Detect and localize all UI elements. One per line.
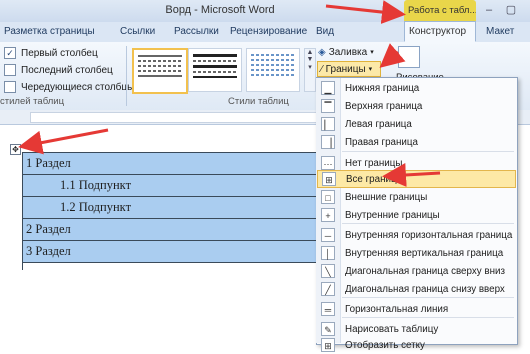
paint-bucket-icon: ◈ [318, 46, 326, 58]
checkbox-icon[interactable] [4, 81, 16, 93]
menu-item-label: Отобразить сетку [345, 339, 425, 351]
last-column-label: Последний столбец [21, 64, 113, 76]
horizontal-line-icon: ═ [321, 302, 335, 316]
checkbox-checked-icon[interactable]: ✓ [4, 47, 16, 59]
chevron-down-icon: ▾ [370, 49, 374, 56]
table-move-handle-icon[interactable]: ✥ [10, 144, 21, 155]
table-styles-group-label: Стили таблиц [228, 96, 289, 107]
inside-horizontal-border-icon: ─ [321, 228, 335, 242]
gallery-scroll[interactable]: ▲ ▼ ▾ [304, 48, 316, 92]
left-border-icon: ▏ [321, 117, 335, 131]
menu-item-left-border[interactable]: ▏ Левая граница [317, 115, 516, 133]
table-cell[interactable]: 2 Раздел [22, 218, 322, 241]
menu-item-inside-vertical-border[interactable]: │ Внутренняя вертикальная граница [317, 244, 516, 262]
table-row[interactable]: 1.1 Подпункт [22, 174, 322, 197]
pen-icon: ⁄ [321, 63, 323, 75]
table-row[interactable]: 1.2 Подпункт [22, 196, 322, 219]
banded-columns-label: Чередующиеся столбцы [21, 81, 135, 93]
right-border-icon: ▕ [321, 135, 335, 149]
menu-item-label: Нет границы [345, 157, 403, 169]
table-row[interactable]: 1 Раздел [22, 152, 322, 175]
ruler-text-area [30, 112, 322, 123]
no-border-icon: ⋯ [321, 156, 335, 170]
minimize-icon[interactable]: – [478, 2, 500, 18]
menu-item-view-gridlines[interactable]: ⊞ Отобразить сетку [317, 336, 516, 354]
tab-view[interactable]: Вид [316, 22, 334, 42]
menu-item-label: Диагональная граница сверху вниз [345, 265, 505, 277]
menu-item-label: Левая граница [345, 118, 412, 130]
ribbon-tabs: Разметка страницы Ссылки Рассылки Реценз… [0, 21, 530, 43]
menu-item-label: Нижняя граница [345, 82, 420, 94]
menu-item-label: Диагональная граница снизу вверх [345, 283, 505, 295]
tab-references[interactable]: Ссылки [120, 22, 155, 42]
menu-item-label: Внутренняя вертикальная граница [345, 247, 504, 259]
menu-item-label: Внешние границы [345, 191, 428, 203]
menu-separator [342, 151, 514, 152]
table-row[interactable]: 2 Раздел [22, 218, 322, 241]
borders-label: Границы [325, 63, 366, 75]
first-column-option[interactable]: ✓ Первый столбец [4, 46, 98, 60]
menu-item-top-border[interactable]: ▔ Верхняя граница [317, 97, 516, 115]
draw-table-icon: ✎ [321, 322, 335, 336]
window-title: Ворд - Microsoft Word [165, 4, 275, 16]
all-borders-icon: ⊞ [322, 172, 336, 186]
table-style-thumb[interactable] [188, 48, 242, 92]
document-table[interactable]: 1 Раздел 1.1 Подпункт 1.2 Подпункт 2 Раз… [22, 152, 322, 263]
maximize-icon[interactable]: ▢ [500, 2, 522, 18]
view-gridlines-icon: ⊞ [321, 338, 335, 352]
menu-item-outside-borders[interactable]: □ Внешние границы [317, 188, 516, 206]
tab-review[interactable]: Рецензирование [230, 22, 307, 42]
table-cell[interactable]: 3 Раздел [22, 240, 322, 263]
inside-borders-icon: + [321, 208, 335, 222]
table-style-thumb[interactable] [246, 48, 300, 92]
menu-item-label: Верхняя граница [345, 100, 423, 112]
checkbox-icon[interactable] [4, 64, 16, 76]
menu-item-label: Правая граница [345, 136, 418, 148]
draw-table-icon[interactable] [398, 46, 420, 68]
menu-item-label: Внутренние границы [345, 209, 440, 221]
menu-item-right-border[interactable]: ▕ Правая граница [317, 133, 516, 151]
diagonal-up-border-icon: ╱ [321, 282, 335, 296]
shading-button[interactable]: ◈ Заливка ▾ [318, 45, 374, 59]
borders-button[interactable]: ⁄ Границы ▾ [317, 61, 381, 77]
diagonal-down-border-icon: ╲ [321, 264, 335, 278]
last-column-option[interactable]: Последний столбец [4, 63, 113, 77]
first-column-label: Первый столбец [21, 47, 98, 59]
tab-constructor[interactable]: Конструктор [404, 21, 476, 42]
tab-mailings[interactable]: Рассылки [174, 22, 219, 42]
table-cell[interactable]: 1 Раздел [22, 152, 322, 175]
bottom-border-icon: ▁ [321, 81, 335, 95]
menu-item-all-borders[interactable]: ⊞ Все границы [317, 170, 516, 188]
table-tools-context-tab: Работа с табл... [404, 0, 476, 22]
chevron-down-icon: ▾ [368, 66, 373, 73]
menu-item-label: Горизонтальная линия [345, 303, 449, 315]
menu-item-horizontal-line[interactable]: ═ Горизонтальная линия [317, 300, 516, 318]
shading-label: Заливка [328, 46, 368, 58]
menu-item-label: Все границы [346, 173, 404, 185]
outside-borders-icon: □ [321, 190, 335, 204]
menu-item-bottom-border[interactable]: ▁ Нижняя граница [317, 79, 516, 97]
top-border-icon: ▔ [321, 99, 335, 113]
banded-columns-option[interactable]: Чередующиеся столбцы [4, 80, 134, 94]
group-divider [126, 46, 127, 106]
table-row[interactable]: 3 Раздел [22, 240, 322, 263]
table-style-thumb[interactable] [132, 48, 188, 94]
menu-item-label: Внутренняя горизонтальная граница [345, 229, 513, 241]
menu-item-inside-borders[interactable]: + Внутренние границы [317, 206, 516, 224]
tab-layout[interactable]: Макет [486, 22, 514, 42]
table-cell[interactable]: 1.1 Подпункт [22, 174, 322, 197]
menu-item-diagonal-up-border[interactable]: ╱ Диагональная граница снизу вверх [317, 280, 516, 298]
style-options-group-label: стилей таблиц [0, 96, 65, 107]
tab-page-layout[interactable]: Разметка страницы [4, 22, 95, 42]
table-cell[interactable]: 1.2 Подпункт [22, 196, 322, 219]
menu-item-inside-horizontal-border[interactable]: ─ Внутренняя горизонтальная граница [317, 226, 516, 244]
menu-item-diagonal-down-border[interactable]: ╲ Диагональная граница сверху вниз [317, 262, 516, 280]
menu-item-label: Нарисовать таблицу [345, 323, 439, 335]
table-left-border [22, 152, 23, 270]
inside-vertical-border-icon: │ [321, 246, 335, 260]
